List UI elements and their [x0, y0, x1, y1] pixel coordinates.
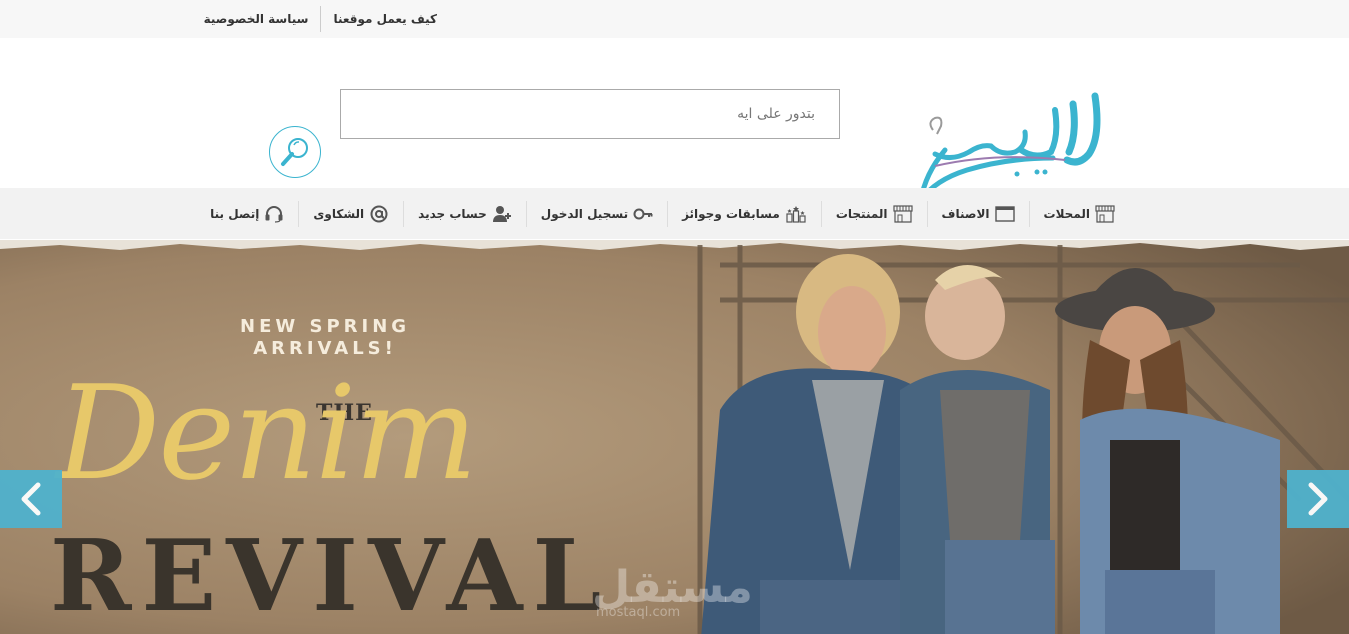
hero-denim: Denim — [56, 357, 478, 509]
nav-label: الاصناف — [941, 206, 990, 221]
top-bar: كيف يعمل موقعنا سياسة الخصوصية — [0, 0, 1349, 38]
search-icon — [281, 138, 308, 166]
nav-item-register[interactable]: حساب جديد — [404, 188, 526, 239]
shop-icon — [1095, 204, 1115, 223]
divider — [320, 6, 322, 32]
nav-item-categories[interactable]: الاصناف — [928, 188, 1029, 239]
divider — [403, 200, 405, 227]
slider-prev-button[interactable] — [0, 470, 62, 528]
nav-item-contests[interactable]: مسابقات وجوائز — [668, 188, 821, 239]
nav-label: مسابقات وجوائز — [682, 206, 780, 221]
chevron-right-icon — [1308, 482, 1328, 516]
top-links: كيف يعمل موقعنا سياسة الخصوصية — [192, 0, 449, 38]
privacy-policy-link[interactable]: سياسة الخصوصية — [192, 0, 321, 38]
header — [0, 38, 1349, 202]
trophy-icon — [786, 205, 806, 223]
search-input[interactable] — [340, 89, 840, 139]
nav-label: المنتجات — [835, 206, 888, 221]
nav-label: الشكاوى — [313, 206, 365, 221]
user-add-icon — [492, 205, 511, 222]
hero-subheading: NEW SPRING ARRIVALS! — [240, 316, 410, 360]
at-icon — [370, 205, 388, 222]
divider — [926, 200, 928, 227]
window-icon — [994, 205, 1015, 222]
nav-item-shops[interactable]: المحلات — [1030, 188, 1129, 239]
nav-label: إتصل بنا — [210, 206, 260, 221]
divider — [667, 200, 669, 227]
how-it-works-link[interactable]: كيف يعمل موقعنا — [321, 0, 449, 38]
divider — [298, 200, 300, 227]
headset-icon — [265, 205, 283, 223]
hero-line-1: NEW SPRING — [240, 316, 411, 337]
nav-item-products[interactable]: المنتجات — [822, 188, 927, 239]
divider — [1028, 200, 1030, 227]
nav-label: المحلات — [1043, 206, 1090, 221]
divider — [820, 200, 822, 227]
nav-item-login[interactable]: تسجيل الدخول — [527, 188, 667, 239]
watermark-url: mostaql.com — [596, 605, 681, 620]
hero-slider[interactable]: NEW SPRING ARRIVALS! THE Denim REVIVAL م… — [0, 240, 1349, 634]
nav-items: المحلات الاصناف المنتجات مسابقات وجوائز … — [196, 188, 1129, 239]
chevron-left-icon — [21, 482, 41, 516]
nav-item-complaints[interactable]: الشكاوى — [299, 188, 403, 239]
nav-item-contact[interactable]: إتصل بنا — [196, 188, 298, 239]
search-button[interactable] — [269, 126, 321, 178]
key-icon — [633, 208, 653, 219]
shop-icon — [892, 204, 913, 223]
hero-revival: REVIVAL — [50, 519, 612, 634]
slider-next-button[interactable] — [1287, 470, 1349, 528]
nav-label: تسجيل الدخول — [540, 206, 629, 221]
divider — [525, 200, 527, 227]
nav-label: حساب جديد — [418, 206, 487, 221]
main-nav: المحلات الاصناف المنتجات مسابقات وجوائز … — [0, 188, 1349, 239]
